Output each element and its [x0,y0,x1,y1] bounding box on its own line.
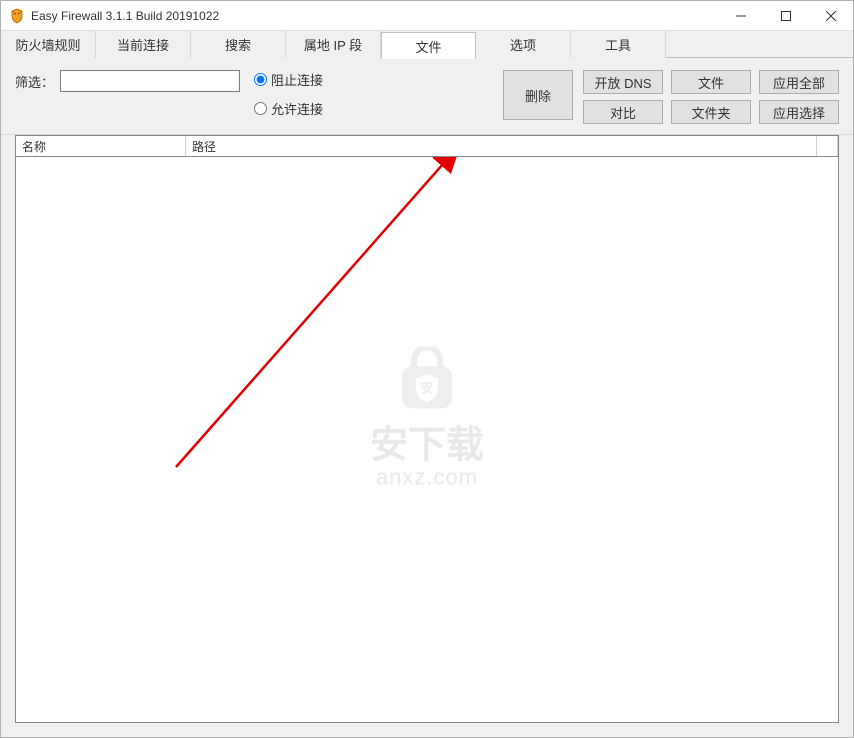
tab-tools[interactable]: 工具 [571,31,666,58]
radio-allow-label[interactable]: 允许连接 [271,99,323,118]
annotation-arrow [16,157,842,727]
filter-label: 筛选： [15,72,54,91]
button-grid: 开放 DNS 文件 应用全部 对比 文件夹 应用选择 [583,70,839,124]
file-button[interactable]: 文件 [671,70,751,94]
apply-selected-button[interactable]: 应用选择 [759,100,839,124]
app-window: Easy Firewall 3.1.1 Build 20191022 防火墙规则… [0,0,854,738]
tab-ip-range[interactable]: 属地 IP 段 [286,31,381,58]
filter-input[interactable] [60,70,240,92]
app-icon [9,8,25,24]
content-area: 名称 路径 安 安下载 anxz.com [1,135,853,737]
minimize-button[interactable] [718,1,763,30]
tab-bar: 防火墙规则 当前连接 搜索 属地 IP 段 文件 选项 工具 [1,31,853,58]
radio-allow-connection[interactable] [254,102,267,115]
radio-block-connection[interactable] [254,73,267,86]
watermark-text: 安下载 [370,413,484,468]
filter-section: 筛选： [15,70,240,92]
radio-section: 阻止连接 允许连接 [254,70,323,118]
column-path[interactable]: 路径 [186,136,816,156]
maximize-button[interactable] [763,1,808,30]
folder-button[interactable]: 文件夹 [671,100,751,124]
watermark-icon: 安 [392,346,462,419]
open-dns-button[interactable]: 开放 DNS [583,70,663,94]
toolbar: 筛选： 阻止连接 允许连接 删除 开放 DNS 文件 应用全部 对比 文件夹 应… [1,58,853,135]
tab-search[interactable]: 搜索 [191,31,286,58]
watermark: 安 安下载 anxz.com [370,346,484,490]
column-name[interactable]: 名称 [16,136,186,156]
apply-all-button[interactable]: 应用全部 [759,70,839,94]
radio-block-label[interactable]: 阻止连接 [271,70,323,89]
tab-firewall-rules[interactable]: 防火墙规则 [1,31,96,58]
tab-current-connections[interactable]: 当前连接 [96,31,191,58]
tab-options[interactable]: 选项 [476,31,571,58]
column-scroll-spacer [816,136,838,156]
table-body[interactable]: 安 安下载 anxz.com [15,157,839,723]
svg-text:安: 安 [420,380,433,395]
titlebar: Easy Firewall 3.1.1 Build 20191022 [1,1,853,31]
delete-button[interactable]: 删除 [503,70,573,120]
compare-button[interactable]: 对比 [583,100,663,124]
close-button[interactable] [808,1,853,30]
window-title: Easy Firewall 3.1.1 Build 20191022 [31,9,718,23]
table-header: 名称 路径 [15,135,839,157]
window-controls [718,1,853,30]
watermark-subtext: anxz.com [370,464,484,490]
tab-files[interactable]: 文件 [381,32,476,59]
